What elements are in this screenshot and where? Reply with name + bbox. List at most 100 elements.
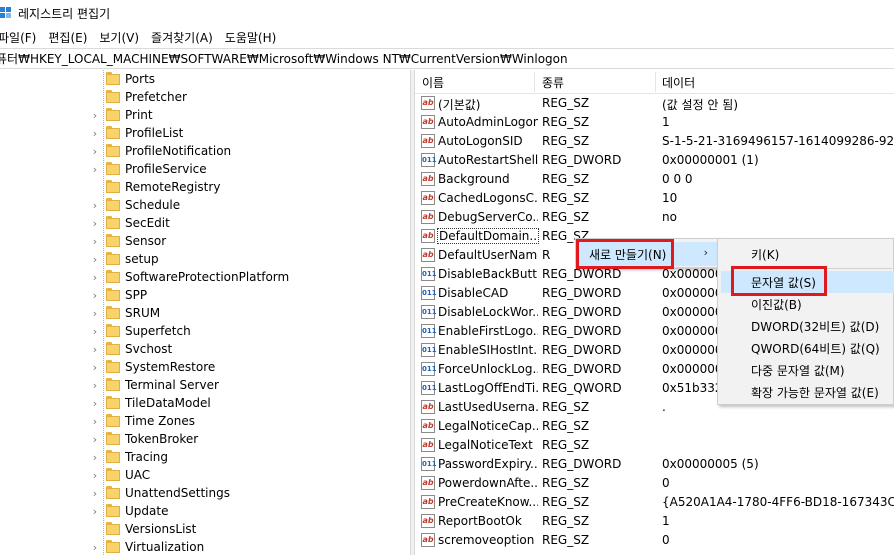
menu-edit[interactable]: 편집(E) xyxy=(44,29,91,46)
value-data: 1 xyxy=(662,514,670,528)
tree-item[interactable]: › UAC xyxy=(0,466,410,484)
tree-item[interactable]: › SPP xyxy=(0,286,410,304)
value-type: REG_SZ xyxy=(542,533,590,547)
tree-item[interactable]: › Virtualization xyxy=(0,538,410,555)
value-row[interactable]: 011 AutoRestartShell REG_DWORD 0x00000001 (… xyxy=(415,151,894,170)
value-row[interactable]: ab CachedLogonsC... REG_SZ 10 xyxy=(415,189,894,208)
address-bar[interactable]: 퓨터₩HKEY_LOCAL_MACHINE₩SOFTWARE₩Microsoft… xyxy=(0,48,894,69)
tree-item[interactable]: › SystemRestore xyxy=(0,358,410,376)
tree-item[interactable]: › Update xyxy=(0,502,410,520)
expand-chevron-icon[interactable]: › xyxy=(90,124,100,142)
tree-item[interactable]: ›VersionsList xyxy=(0,520,410,538)
tree-item[interactable]: ›Prefetcher xyxy=(0,88,410,106)
value-row[interactable]: ab AutoLogonSID REG_SZ S-1-5-21-3169496157-… xyxy=(415,132,894,151)
folder-icon xyxy=(106,270,120,283)
tree-item[interactable]: ›Ports xyxy=(0,70,410,88)
expand-chevron-icon[interactable]: › xyxy=(90,448,100,466)
expand-chevron-icon[interactable]: › xyxy=(90,322,100,340)
value-row[interactable]: ab LegalNoticeCap... REG_SZ xyxy=(415,417,894,436)
menu-file[interactable]: 파일(F) xyxy=(0,29,40,46)
column-header-name[interactable]: 이름 xyxy=(422,74,444,91)
expand-chevron-icon[interactable]: › xyxy=(90,214,100,232)
value-name: AutoAdminLogon xyxy=(438,115,538,129)
value-row[interactable]: 011 PasswordExpiry... REG_DWORD 0x00000005 … xyxy=(415,455,894,474)
value-name: CachedLogonsC... xyxy=(438,191,538,205)
expand-chevron-icon[interactable]: › xyxy=(90,358,100,376)
value-type: REG_SZ xyxy=(542,191,590,205)
expand-chevron-icon[interactable]: › xyxy=(90,160,100,178)
submenu-item-qword-value[interactable]: QWORD(64비트) 값(Q) xyxy=(721,337,894,359)
value-row[interactable]: ab AutoAdminLogon REG_SZ 1 xyxy=(415,113,894,132)
submenu-item-expandable-string-value[interactable]: 확장 가능한 문자열 값(E) xyxy=(721,381,894,403)
submenu-item-key[interactable]: 키(K) xyxy=(721,243,894,265)
submenu-item-dword-value[interactable]: DWORD(32비트) 값(D) xyxy=(721,315,894,337)
tree-item[interactable]: › Time Zones xyxy=(0,412,410,430)
column-divider[interactable] xyxy=(534,72,535,92)
submenu-item-multi-string-value[interactable]: 다중 문자열 값(M) xyxy=(721,359,894,381)
expand-chevron-icon[interactable]: › xyxy=(90,304,100,322)
value-row[interactable]: ab Background REG_SZ 0 0 0 xyxy=(415,170,894,189)
tree-item[interactable]: › TileDataModel xyxy=(0,394,410,412)
column-divider[interactable] xyxy=(655,72,656,92)
tree-item-label: SoftwareProtectionPlatform xyxy=(125,270,290,284)
expand-chevron-icon[interactable]: › xyxy=(90,232,100,250)
value-row[interactable]: ab PowerdownAfte... REG_SZ 0 xyxy=(415,474,894,493)
expand-chevron-icon[interactable]: › xyxy=(90,394,100,412)
tree-item[interactable]: › Print xyxy=(0,106,410,124)
expand-chevron-icon[interactable]: › xyxy=(90,268,100,286)
menu-help[interactable]: 도움말(H) xyxy=(221,29,281,46)
expand-chevron-icon[interactable]: › xyxy=(90,502,100,520)
submenu-item-binary-value[interactable]: 이진값(B) xyxy=(721,293,894,315)
expand-chevron-icon[interactable]: › xyxy=(90,106,100,124)
value-row[interactable]: ab (기본값) REG_SZ (값 설정 안 됨) xyxy=(415,94,894,113)
tree-item[interactable]: › ProfileList xyxy=(0,124,410,142)
expand-chevron-icon[interactable]: › xyxy=(90,196,100,214)
expand-chevron-icon[interactable]: › xyxy=(90,142,100,160)
tree-item[interactable]: › Svchost xyxy=(0,340,410,358)
tree-item[interactable]: › Terminal Server xyxy=(0,376,410,394)
menu-view[interactable]: 보기(V) xyxy=(95,29,143,46)
tree-item[interactable]: › ProfileNotification xyxy=(0,142,410,160)
tree-item[interactable]: › UnattendSettings xyxy=(0,484,410,502)
value-type: REG_DWORD xyxy=(542,286,622,300)
tree-item[interactable]: › TokenBroker xyxy=(0,430,410,448)
expand-chevron-icon[interactable]: › xyxy=(90,538,100,555)
tree-item[interactable]: › SecEdit xyxy=(0,214,410,232)
address-path[interactable]: 퓨터₩HKEY_LOCAL_MACHINE₩SOFTWARE₩Microsoft… xyxy=(0,50,568,67)
expand-chevron-icon[interactable]: › xyxy=(90,430,100,448)
menu-favorites[interactable]: 즐겨찾기(A) xyxy=(147,29,217,46)
tree-item[interactable]: › Tracing xyxy=(0,448,410,466)
value-row[interactable]: ab LegalNoticeText REG_SZ xyxy=(415,436,894,455)
value-row[interactable]: ab ReportBootOk REG_SZ 1 xyxy=(415,512,894,531)
value-row[interactable]: ab DebugServerCo... REG_SZ no xyxy=(415,208,894,227)
tree-item[interactable]: › Superfetch xyxy=(0,322,410,340)
value-row[interactable]: ab PreCreateKnow... REG_SZ {A520A1A4-1780-4… xyxy=(415,493,894,512)
value-type: REG_SZ xyxy=(542,495,590,509)
expand-chevron-icon[interactable]: › xyxy=(90,484,100,502)
annotation-highlight-string-value xyxy=(731,266,827,296)
expand-chevron-icon[interactable]: › xyxy=(90,412,100,430)
column-header-type[interactable]: 종류 xyxy=(542,74,564,91)
tree-item[interactable]: › SRUM xyxy=(0,304,410,322)
expand-chevron-icon[interactable]: › xyxy=(90,340,100,358)
tree-item[interactable]: › ProfileService xyxy=(0,160,410,178)
tree-item[interactable]: › Schedule xyxy=(0,196,410,214)
folder-icon xyxy=(106,162,120,175)
expand-chevron-icon[interactable]: › xyxy=(90,286,100,304)
key-tree[interactable]: ›Ports›Prefetcher›Print›ProfileList›Prof… xyxy=(0,70,410,555)
value-row[interactable]: ab scremoveoption REG_SZ 0 xyxy=(415,531,894,550)
expand-chevron-icon[interactable]: › xyxy=(90,376,100,394)
value-type: REG_SZ xyxy=(542,210,590,224)
value-name: DefaultUserName xyxy=(438,248,538,262)
column-header-data[interactable]: 데이터 xyxy=(662,74,695,91)
string-value-icon: ab xyxy=(421,248,435,262)
expand-chevron-icon[interactable]: › xyxy=(90,466,100,484)
binary-value-icon: 011 xyxy=(421,286,437,300)
tree-item[interactable]: › SoftwareProtectionPlatform xyxy=(0,268,410,286)
tree-item[interactable]: ›RemoteRegistry xyxy=(0,178,410,196)
folder-icon xyxy=(106,108,120,121)
expand-chevron-icon[interactable]: › xyxy=(90,250,100,268)
tree-item[interactable]: › setup xyxy=(0,250,410,268)
tree-item[interactable]: › Sensor xyxy=(0,232,410,250)
tree-item-label: ProfileList xyxy=(125,126,184,140)
